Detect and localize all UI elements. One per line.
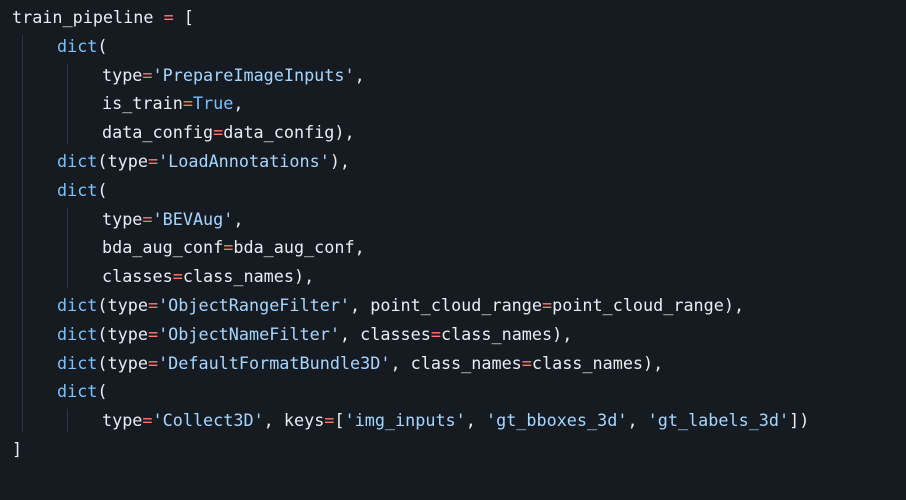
code-token-plain: ( (97, 35, 108, 56)
code-token-string: 'PrepareImageInputs' (152, 64, 355, 85)
code-line: type='Collect3D', keys=['img_inputs', 'g… (102, 406, 809, 434)
code-token-plain: type (102, 410, 143, 431)
code-token-builtin: dict (57, 323, 98, 344)
code-token-op: = (223, 237, 234, 258)
code-token-plain: data_config (102, 122, 214, 143)
code-line: is_train=True, (102, 89, 243, 117)
code-token-op: = (213, 122, 224, 143)
code-token-builtin: dict (57, 179, 98, 200)
code-line: ] (12, 435, 22, 463)
code-token-string: 'ObjectNameFilter' (158, 323, 340, 344)
code-token-plain: type (102, 208, 143, 229)
code-token-plain: bda_aug_conf (102, 237, 224, 258)
code-token-plain: , (627, 410, 648, 431)
code-token-plain: (type (97, 151, 148, 171)
code-token-builtin: dict (57, 151, 98, 171)
code-token-plain: type (102, 64, 143, 85)
code-token-plain: [ (173, 7, 194, 27)
code-token-op: = (142, 208, 153, 229)
indent-guide (67, 207, 68, 288)
code-token-plain: (type (97, 352, 148, 373)
code-line: dict(type='LoadAnnotations'), (57, 147, 350, 175)
code-token-op: = (147, 295, 159, 315)
code-token-op: = (142, 64, 153, 85)
code-line: dict( (57, 32, 108, 60)
code-token-op: = (182, 93, 193, 114)
code-token-op: = (147, 352, 159, 373)
code-token-plain: (type (97, 323, 148, 344)
code-token-string: 'BEVAug' (152, 208, 234, 229)
code-token-plain: class_names), (182, 266, 315, 287)
code-token-plain: point_cloud_range), (552, 295, 745, 315)
code-token-builtin: dict (57, 35, 98, 56)
code-token-plain: , (233, 208, 244, 229)
code-token-string: 'gt_bboxes_3d' (485, 410, 628, 431)
code-token-op: = (172, 266, 183, 287)
code-token-plain: , (354, 64, 365, 85)
code-line: dict( (57, 377, 108, 405)
code-line: classes=class_names), (102, 262, 314, 290)
code-token-plain: ]) (789, 410, 810, 431)
code-token-string: 'img_inputs' (344, 410, 466, 431)
code-line: bda_aug_conf=bda_aug_conf, (102, 233, 365, 261)
code-line: dict( (57, 176, 108, 204)
code-line: data_config=data_config), (102, 118, 355, 146)
code-block: train_pipeline = [dict(type='PrepareImag… (12, 0, 904, 500)
code-token-plain: , classes (339, 323, 431, 344)
code-token-plain: , (465, 410, 486, 431)
code-token-plain: ( (97, 381, 108, 402)
code-token-op: = (147, 323, 159, 344)
code-line: type='PrepareImageInputs', (102, 61, 365, 89)
code-token-plain: data_config), (223, 122, 355, 143)
code-token-plain: , point_cloud_range (350, 295, 542, 315)
code-token-string: 'Collect3D' (152, 410, 264, 431)
code-token-plain: class_names), (440, 323, 573, 344)
indent-guide (67, 409, 68, 432)
code-token-op: = (521, 352, 532, 373)
code-line: dict(type='DefaultFormatBundle3D', class… (57, 349, 663, 377)
code-token-const: True (192, 93, 234, 114)
code-token-plain: is_train (102, 93, 183, 114)
code-token-builtin: dict (57, 381, 98, 402)
code-token-plain: [ (334, 410, 345, 431)
code-token-plain: , (233, 93, 244, 114)
code-token-op: = (142, 410, 153, 431)
code-token-op: = (163, 7, 174, 27)
code-token-plain: , class_names (390, 352, 522, 373)
code-token-plain: (type (97, 295, 148, 315)
code-token-plain: ), (329, 151, 351, 171)
code-token-builtin: dict (57, 295, 98, 315)
code-token-plain: train_pipeline (12, 7, 164, 27)
code-token-plain: classes (102, 266, 173, 287)
code-token-string: 'ObjectRangeFilter' (158, 295, 351, 315)
code-token-op: = (324, 410, 335, 431)
indent-guide (67, 63, 68, 144)
code-token-plain: class_names), (531, 352, 664, 373)
code-token-string: 'gt_labels_3d' (647, 410, 790, 431)
code-token-plain: bda_aug_conf, (233, 237, 365, 258)
code-line: train_pipeline = [ (12, 3, 194, 31)
code-token-string: 'LoadAnnotations' (158, 151, 330, 171)
code-token-op: = (542, 295, 553, 315)
code-token-plain: ] (12, 439, 23, 459)
code-token-op: = (147, 151, 159, 171)
indent-guide (22, 34, 23, 432)
code-line: dict(type='ObjectNameFilter', classes=cl… (57, 320, 572, 348)
code-line: dict(type='ObjectRangeFilter', point_clo… (57, 291, 744, 319)
code-token-string: 'DefaultFormatBundle3D' (158, 352, 391, 373)
code-token-plain: , keys (263, 410, 325, 431)
code-token-builtin: dict (57, 352, 98, 373)
code-line: type='BEVAug', (102, 205, 243, 233)
code-token-plain: ( (97, 179, 108, 200)
code-token-op: = (430, 323, 441, 344)
